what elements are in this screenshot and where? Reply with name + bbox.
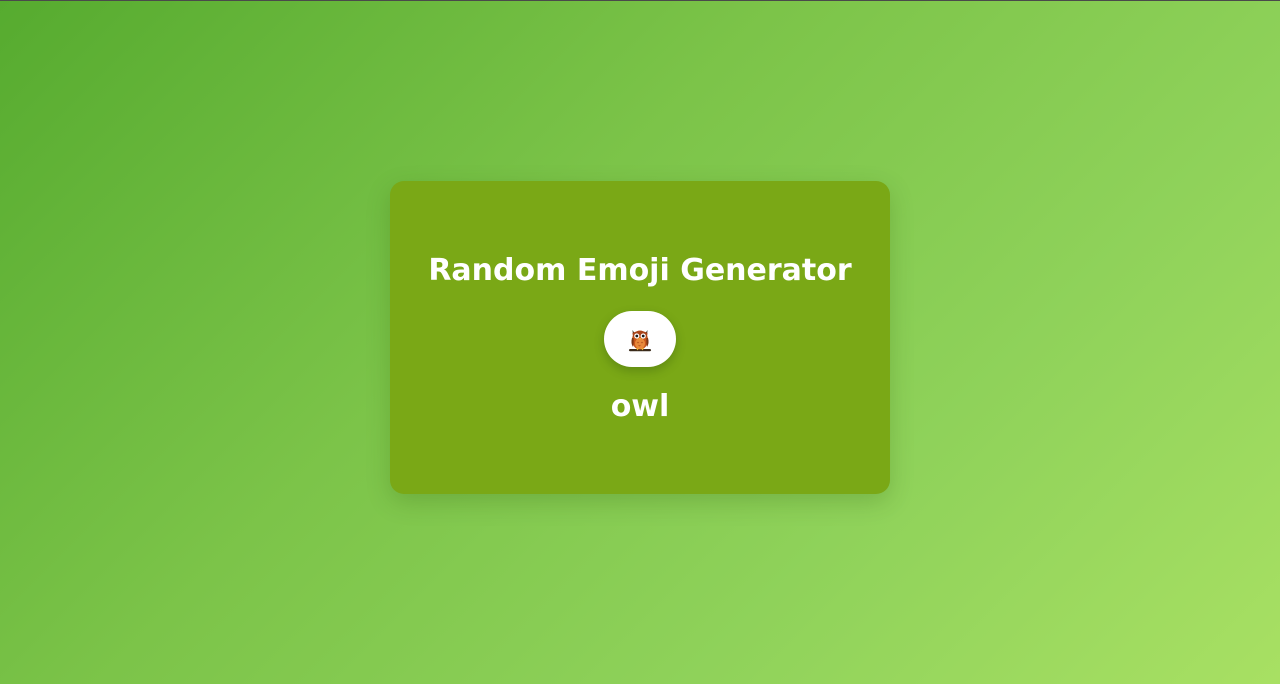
page-title: Random Emoji Generator [428, 253, 852, 288]
top-border [0, 0, 1280, 1]
emoji-name: owl [610, 389, 670, 424]
emoji-card: Random Emoji Generator owl [390, 181, 890, 494]
owl-icon [627, 325, 653, 353]
generate-emoji-button[interactable] [604, 311, 676, 367]
